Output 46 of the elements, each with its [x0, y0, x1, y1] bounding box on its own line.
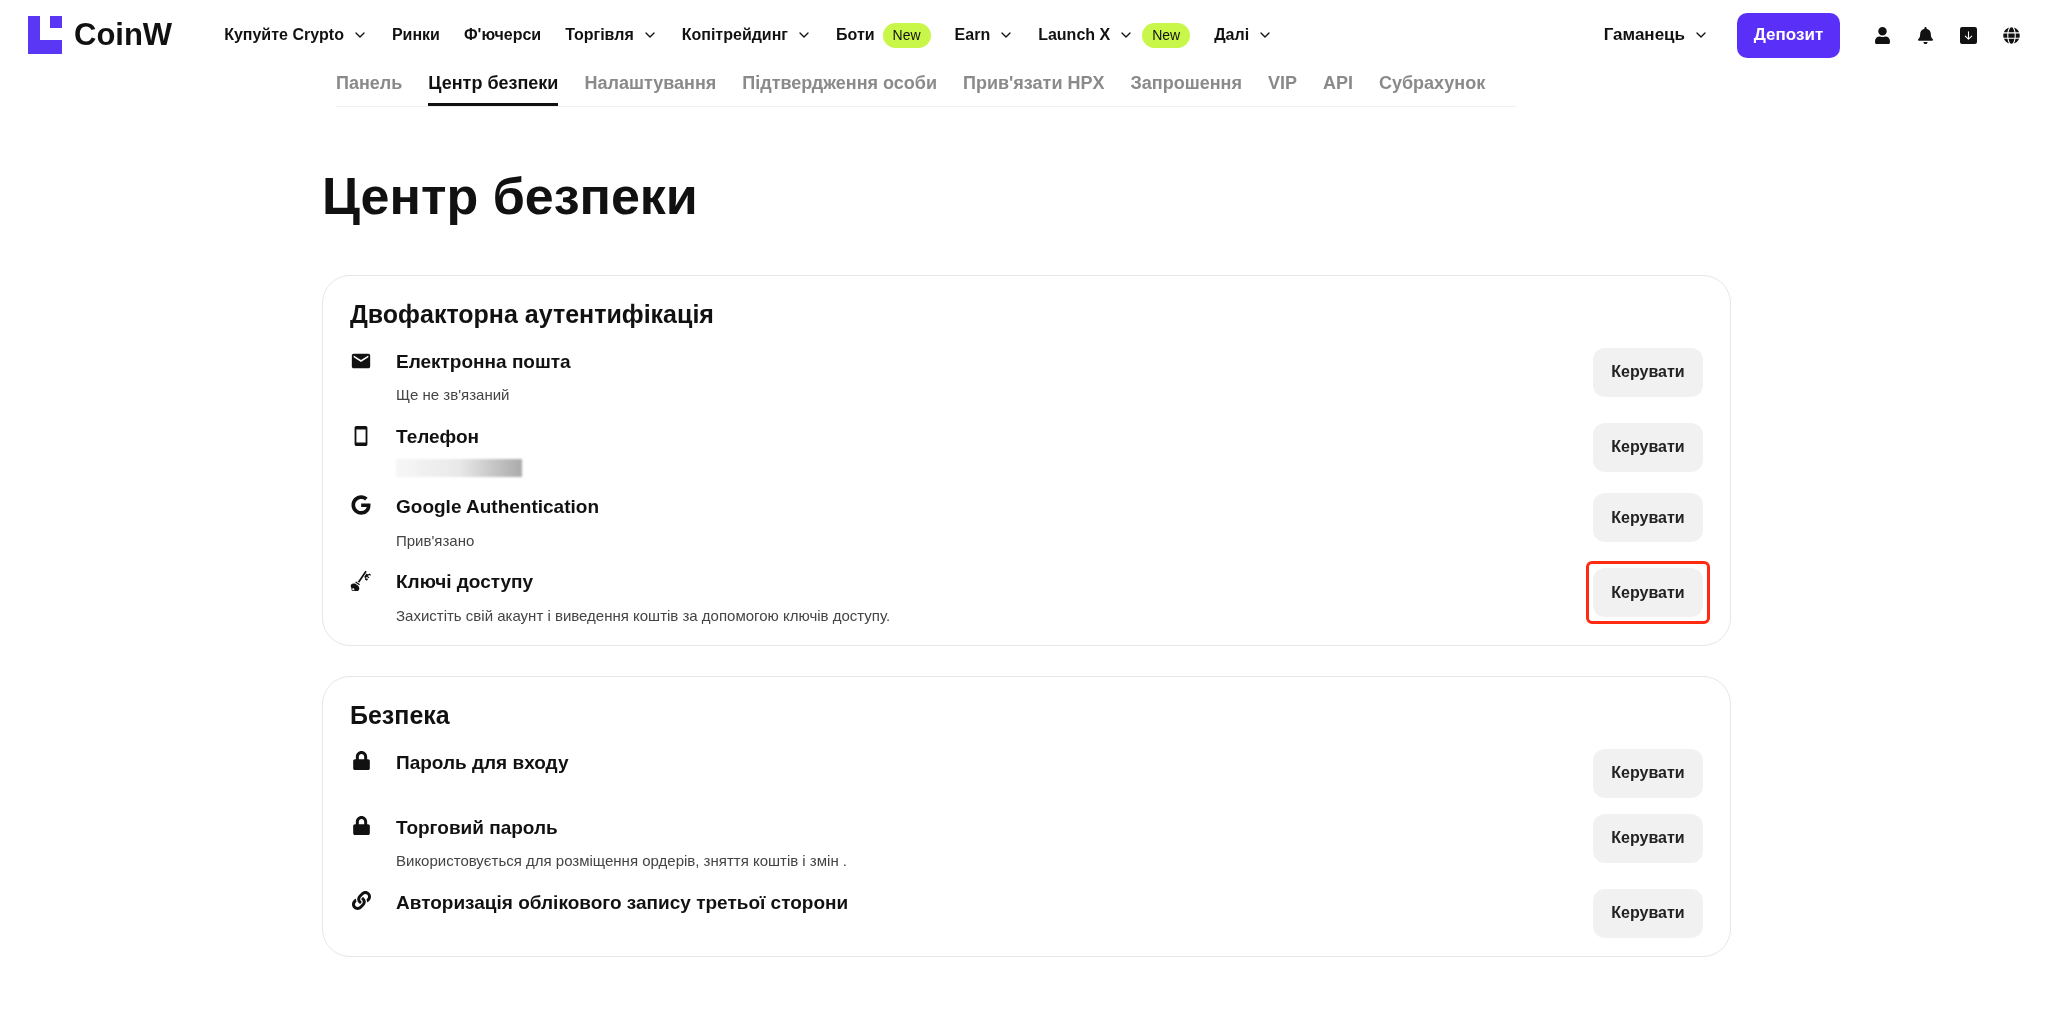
tab[interactable]: Центр безпеки — [428, 70, 559, 106]
page-title: Центр безпеки — [322, 166, 699, 227]
link-icon — [351, 890, 371, 910]
lock-icon — [351, 750, 371, 770]
manage-button[interactable]: Керувати — [1593, 888, 1703, 938]
nav-link[interactable]: Launch X — [1038, 23, 1135, 47]
nav-link[interactable]: Earn — [954, 23, 1015, 47]
google-g-icon — [351, 495, 371, 515]
logo-mark-icon — [28, 16, 62, 54]
nav-link[interactable]: Ринки — [391, 23, 440, 47]
nav-link[interactable]: Далі — [1214, 23, 1274, 47]
wallet-menu[interactable]: Гаманець — [1603, 22, 1709, 48]
item-description: Прив'язано — [396, 530, 476, 551]
nav-link[interactable]: Купуйте Crypto — [224, 23, 368, 47]
nav-link[interactable]: Копітрейдинг — [681, 23, 813, 47]
logo-text: CoinW — [74, 15, 173, 54]
manage-button[interactable]: Керувати — [1593, 568, 1703, 617]
deposit-button[interactable]: Депозит — [1737, 12, 1840, 58]
item-description: Ще не зв'язаний — [396, 385, 511, 405]
globe-icon[interactable] — [2003, 26, 2020, 44]
card-heading: Двофакторна аутентифікація — [350, 299, 715, 330]
item-description: Використовується для розміщення ордерів, зняття коштів і змін . — [396, 851, 847, 871]
item-title: Торговий пароль — [396, 815, 559, 840]
new-badge: New — [1142, 22, 1191, 48]
manage-button[interactable]: Керувати — [1593, 813, 1703, 863]
item-title: Ключі доступу — [396, 570, 535, 594]
new-badge: New — [882, 22, 931, 48]
manage-button[interactable]: Керувати — [1593, 748, 1703, 798]
card-heading: Безпека — [350, 700, 451, 731]
lock-icon — [351, 815, 371, 835]
item-title: Пароль для входу — [396, 750, 569, 775]
user-icon[interactable] — [1874, 26, 1891, 44]
item-description: Захистіть свій акаунт і виведення коштів за допомогою ключів доступу. — [396, 605, 891, 626]
key-icon — [350, 570, 372, 592]
nav-link[interactable]: Ф'ючерси — [463, 23, 542, 47]
manage-button[interactable]: Керувати — [1593, 422, 1703, 472]
nav-link[interactable]: Торгівля — [565, 23, 658, 47]
manage-button[interactable]: Керувати — [1593, 347, 1703, 397]
item-title: Google Authentication — [396, 495, 599, 519]
item-title: Авторизація облікового запису третьої сторони — [396, 890, 849, 915]
nav-link[interactable]: Боти — [836, 23, 875, 47]
download-icon[interactable] — [1960, 26, 1977, 44]
item-title: Електронна пошта — [396, 349, 571, 374]
item-title: Телефон — [396, 424, 481, 449]
manage-button[interactable]: Керувати — [1593, 493, 1703, 542]
notification-icon[interactable] — [1917, 26, 1934, 44]
